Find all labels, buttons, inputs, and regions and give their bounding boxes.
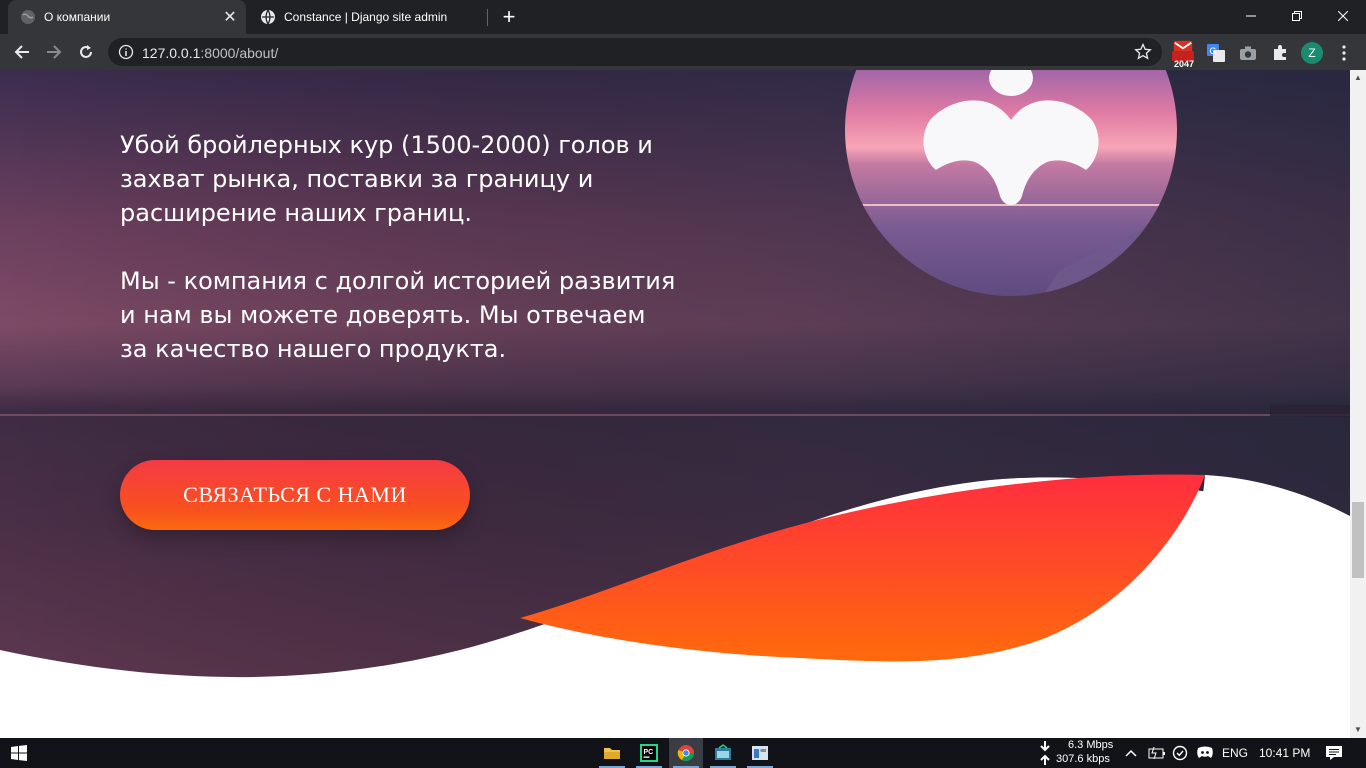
url-text[interactable]: 127.0.0.1:8000/about/ — [142, 45, 278, 61]
star-icon[interactable] — [1134, 43, 1152, 61]
url-path: :8000/about/ — [200, 45, 279, 61]
hero-paragraph-2: Мы - компания с долгой историей развития… — [120, 267, 676, 363]
network-speed-arrows-icon — [1040, 741, 1050, 765]
scroll-up-icon[interactable]: ▲ — [1354, 74, 1362, 82]
chrome-icon — [677, 745, 694, 762]
restore-button[interactable] — [1274, 0, 1320, 32]
gmail-badge: 2047 — [1173, 59, 1195, 69]
restore-icon — [1292, 11, 1302, 21]
translate-icon: G — [1207, 44, 1225, 62]
globe-icon — [21, 10, 35, 24]
close-window-button[interactable] — [1320, 0, 1366, 32]
pycharm-icon: PC — [640, 744, 658, 762]
profile-initial: Z — [1308, 46, 1316, 60]
scroll-thumb[interactable] — [1352, 502, 1364, 578]
discord-icon[interactable] — [1196, 745, 1214, 761]
extensions-button[interactable] — [1269, 42, 1291, 64]
svg-text:PC: PC — [644, 749, 654, 756]
reload-button[interactable] — [72, 38, 100, 66]
globe-icon — [261, 9, 275, 25]
windows-taskbar: PC 6.3 Mbps 307.6 kbps ENG 10:41 PM — [0, 738, 1366, 768]
url-host: 127.0.0.1 — [142, 45, 201, 61]
camera-icon — [1240, 46, 1256, 60]
browser-toolbar: 127.0.0.1:8000/about/ 2047 G Z — [0, 34, 1366, 70]
page-scrollbar[interactable]: ▲ ▼ — [1350, 70, 1366, 738]
forward-button[interactable] — [40, 38, 68, 66]
contact-us-button[interactable]: СВЯЗАТЬСЯ С НАМИ — [120, 460, 470, 530]
hero-paragraph-1: Убой бройлерных кур (1500-2000) голов и … — [120, 131, 653, 227]
app-window-icon — [715, 744, 731, 760]
download-speed: 6.3 Mbps — [1068, 739, 1114, 751]
puzzle-icon — [1274, 45, 1286, 60]
tab-title: Constance | Django site admin — [284, 10, 448, 24]
translate-extension-button[interactable]: G — [1205, 42, 1227, 64]
back-button[interactable] — [8, 38, 36, 66]
screenshot-extension-button[interactable] — [1237, 42, 1259, 64]
tab-strip: О компании ✕ Constance | Django site adm… — [0, 0, 1366, 34]
new-tab-button[interactable]: + — [497, 4, 521, 29]
reload-icon — [80, 45, 92, 58]
store-app-button[interactable] — [706, 738, 740, 768]
clock[interactable]: 10:41 PM — [1259, 746, 1310, 760]
windows-logo-icon — [11, 745, 27, 761]
tab-django-admin[interactable]: Constance | Django site admin — [248, 0, 486, 34]
tab-separator — [487, 9, 488, 26]
close-tab-icon[interactable]: ✕ — [220, 7, 240, 27]
page-viewport: Убой бройлерных кур (1500-2000) голов и … — [0, 70, 1350, 738]
info-icon[interactable] — [118, 44, 134, 60]
address-bar[interactable]: 127.0.0.1:8000/about/ — [108, 38, 1162, 66]
minimize-button[interactable] — [1228, 0, 1274, 32]
pycharm-button[interactable]: PC — [632, 738, 666, 768]
language-indicator[interactable]: ENG — [1222, 746, 1248, 760]
chrome-button[interactable] — [669, 738, 703, 768]
arrow-right-icon — [47, 45, 62, 59]
gmail-extension-button[interactable]: 2047 — [1172, 40, 1194, 69]
close-icon — [1338, 11, 1348, 21]
svg-text:G: G — [1210, 46, 1217, 56]
minimize-icon — [1246, 15, 1256, 17]
upload-speed: 307.6 kbps — [1056, 753, 1110, 765]
more-vert-icon — [1342, 45, 1346, 61]
profile-button[interactable]: Z — [1301, 42, 1323, 64]
chevron-up-icon[interactable] — [1125, 748, 1137, 758]
battery-icon[interactable] — [1148, 746, 1166, 760]
window-icon — [752, 746, 768, 760]
scroll-down-icon[interactable]: ▼ — [1354, 726, 1362, 734]
avatar: Z — [1301, 42, 1323, 64]
folder-icon — [604, 748, 620, 759]
app-button[interactable] — [743, 738, 777, 768]
tab-about[interactable]: О компании ✕ — [8, 0, 246, 34]
arrow-left-icon — [14, 45, 29, 59]
tab-title: О компании — [44, 10, 111, 24]
clock-check-icon[interactable] — [1172, 745, 1188, 761]
notifications-icon[interactable] — [1325, 745, 1343, 761]
file-explorer-button[interactable] — [595, 738, 629, 768]
menu-button[interactable] — [1333, 42, 1355, 64]
start-button[interactable] — [2, 738, 36, 768]
